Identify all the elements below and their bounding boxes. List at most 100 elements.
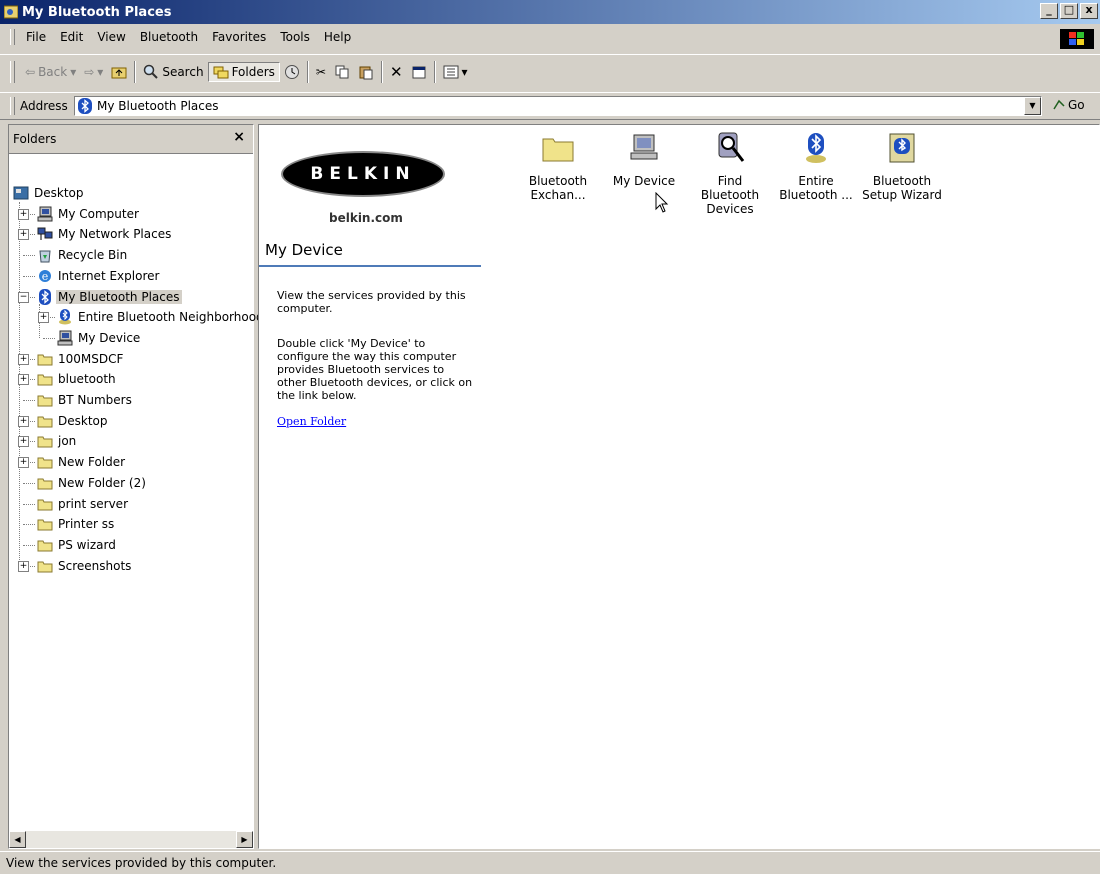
close-button[interactable]: x (1080, 3, 1098, 19)
folder-icon (37, 478, 53, 490)
views-icon (443, 65, 459, 79)
expand-icon[interactable]: + (18, 229, 29, 241)
expand-icon[interactable]: + (18, 415, 29, 427)
menu-file[interactable]: File (19, 30, 53, 44)
menu-tools[interactable]: Tools (273, 30, 317, 44)
menu-favorites[interactable]: Favorites (205, 30, 273, 44)
tree-connector-line (23, 524, 35, 526)
item-entire-bluetooth-neighborhood[interactable]: Entire Bluetooth ... (775, 131, 857, 202)
tree-item[interactable]: Desktop (13, 184, 86, 202)
tree-item-label: print server (58, 496, 128, 511)
go-button[interactable]: Go (1052, 98, 1085, 112)
tree-item[interactable]: Entire Bluetooth Neighborhood (57, 308, 266, 326)
item-label-line2: Bluetooth ... (779, 188, 853, 202)
item-find-bluetooth-devices[interactable]: Find Bluetooth Devices (689, 131, 771, 216)
belkin-logo: BELKIN (281, 151, 445, 197)
delete-button[interactable]: ✕ (386, 61, 407, 83)
minimize-button[interactable]: _ (1040, 3, 1058, 19)
recycle-bin-icon (39, 250, 51, 263)
tree-item[interactable]: BT Numbers (37, 391, 134, 409)
expand-icon[interactable]: + (38, 312, 49, 324)
expand-icon[interactable]: + (18, 457, 29, 469)
folders-label: Folders (231, 65, 275, 79)
horizontal-scrollbar[interactable]: ◀ ▶ (9, 831, 253, 848)
tree-item[interactable]: print server (37, 495, 130, 513)
menu-help[interactable]: Help (317, 30, 358, 44)
dropdown-arrow-icon: ▾ (70, 65, 77, 79)
tree-item[interactable]: My Network Places (37, 225, 173, 243)
tree-item[interactable]: PS wizard (37, 536, 118, 554)
menu-view[interactable]: View (90, 30, 132, 44)
properties-icon (412, 66, 426, 79)
item-label-line2: Exchan... (530, 188, 586, 202)
tree-item[interactable]: My Computer (37, 205, 141, 223)
up-folder-button[interactable] (107, 63, 131, 81)
tree-item-label: 100MSDCF (58, 351, 124, 366)
tree-item-label: Recycle Bin (58, 248, 128, 263)
cut-button[interactable]: ✂ (312, 63, 330, 81)
item-bluetooth-exchange[interactable]: Bluetooth Exchan... (517, 131, 599, 202)
expand-icon[interactable]: + (18, 560, 29, 572)
tree-item[interactable]: e Internet Explorer (37, 267, 161, 285)
menu-grip[interactable] (10, 29, 15, 45)
search-button[interactable]: Search (139, 62, 207, 82)
network-icon (37, 227, 53, 241)
paste-button[interactable] (354, 62, 378, 82)
web-view-panel: BELKIN belkin.com My Device View the ser… (259, 125, 481, 428)
address-input[interactable]: My Bluetooth Places (74, 96, 1042, 116)
tree-item[interactable]: jon (37, 432, 78, 450)
tree-item-label: New Folder (2) (58, 475, 146, 490)
mouse-pointer-icon (655, 192, 669, 213)
open-folder-link[interactable]: Open Folder (277, 415, 346, 428)
toolbar-grip[interactable] (10, 61, 15, 83)
tree-item[interactable]: bluetooth (37, 370, 118, 388)
scroll-right-button[interactable]: ▶ (236, 831, 253, 848)
properties-button[interactable] (407, 62, 431, 82)
expand-icon[interactable]: + (18, 353, 29, 365)
folder-icon (37, 436, 53, 448)
standard-toolbar: ⇦ Back ▾ ⇨ ▾ Search Folders ✂ ✕ ▾ (0, 54, 1100, 89)
tree-item-label: Internet Explorer (58, 268, 160, 283)
folder-icon (37, 416, 53, 428)
item-label-line1: Bluetooth (528, 174, 588, 188)
forward-arrow-icon: ⇨ (84, 65, 95, 79)
tree-item[interactable]: Screenshots (37, 557, 133, 575)
expand-icon[interactable]: + (18, 436, 29, 448)
copy-button[interactable] (330, 62, 354, 82)
folder-icon (37, 354, 53, 366)
forward-button[interactable]: ⇨ ▾ (80, 63, 107, 81)
scroll-left-button[interactable]: ◀ (9, 831, 26, 848)
folders-button[interactable]: Folders (207, 62, 280, 82)
folders-pane-title: Folders (13, 132, 57, 146)
menu-edit[interactable]: Edit (53, 30, 90, 44)
folders-pane-close-button[interactable]: × (233, 129, 245, 145)
bluetooth-places-icon (4, 5, 18, 19)
up-folder-icon (111, 67, 127, 79)
tree-item[interactable]: New Folder (2) (37, 474, 148, 492)
item-my-device[interactable]: My Device (603, 131, 685, 188)
tree-item[interactable]: New Folder (37, 453, 127, 471)
tree-item[interactable]: My Bluetooth Places (37, 288, 182, 306)
tree-connector-line (23, 482, 35, 484)
tree-item-label: jon (58, 434, 77, 449)
panel-divider (259, 265, 481, 267)
views-button[interactable]: ▾ (439, 63, 472, 81)
expand-icon[interactable]: + (18, 208, 29, 220)
maximize-button[interactable]: □ (1060, 3, 1078, 19)
content-pane: BELKIN belkin.com My Device View the ser… (258, 124, 1100, 849)
address-dropdown-button[interactable]: ▼ (1024, 97, 1041, 115)
address-grip[interactable] (10, 97, 15, 115)
tree-item[interactable]: Printer ss (37, 515, 116, 533)
tree-item[interactable]: Desktop (37, 412, 110, 430)
panel-instructions: Double click 'My Device' to configure th… (277, 337, 473, 402)
back-button[interactable]: ⇦ Back ▾ (21, 63, 80, 81)
tree-item[interactable]: Recycle Bin (37, 246, 129, 264)
tree-item[interactable]: 100MSDCF (37, 350, 125, 368)
collapse-icon[interactable]: − (18, 291, 29, 303)
item-bluetooth-setup-wizard[interactable]: Bluetooth Setup Wizard (861, 131, 943, 202)
menu-bluetooth[interactable]: Bluetooth (133, 30, 205, 44)
expand-icon[interactable]: + (18, 374, 29, 386)
history-button[interactable] (280, 62, 304, 82)
history-icon (284, 65, 299, 79)
tree-item[interactable]: My Device (57, 329, 142, 347)
